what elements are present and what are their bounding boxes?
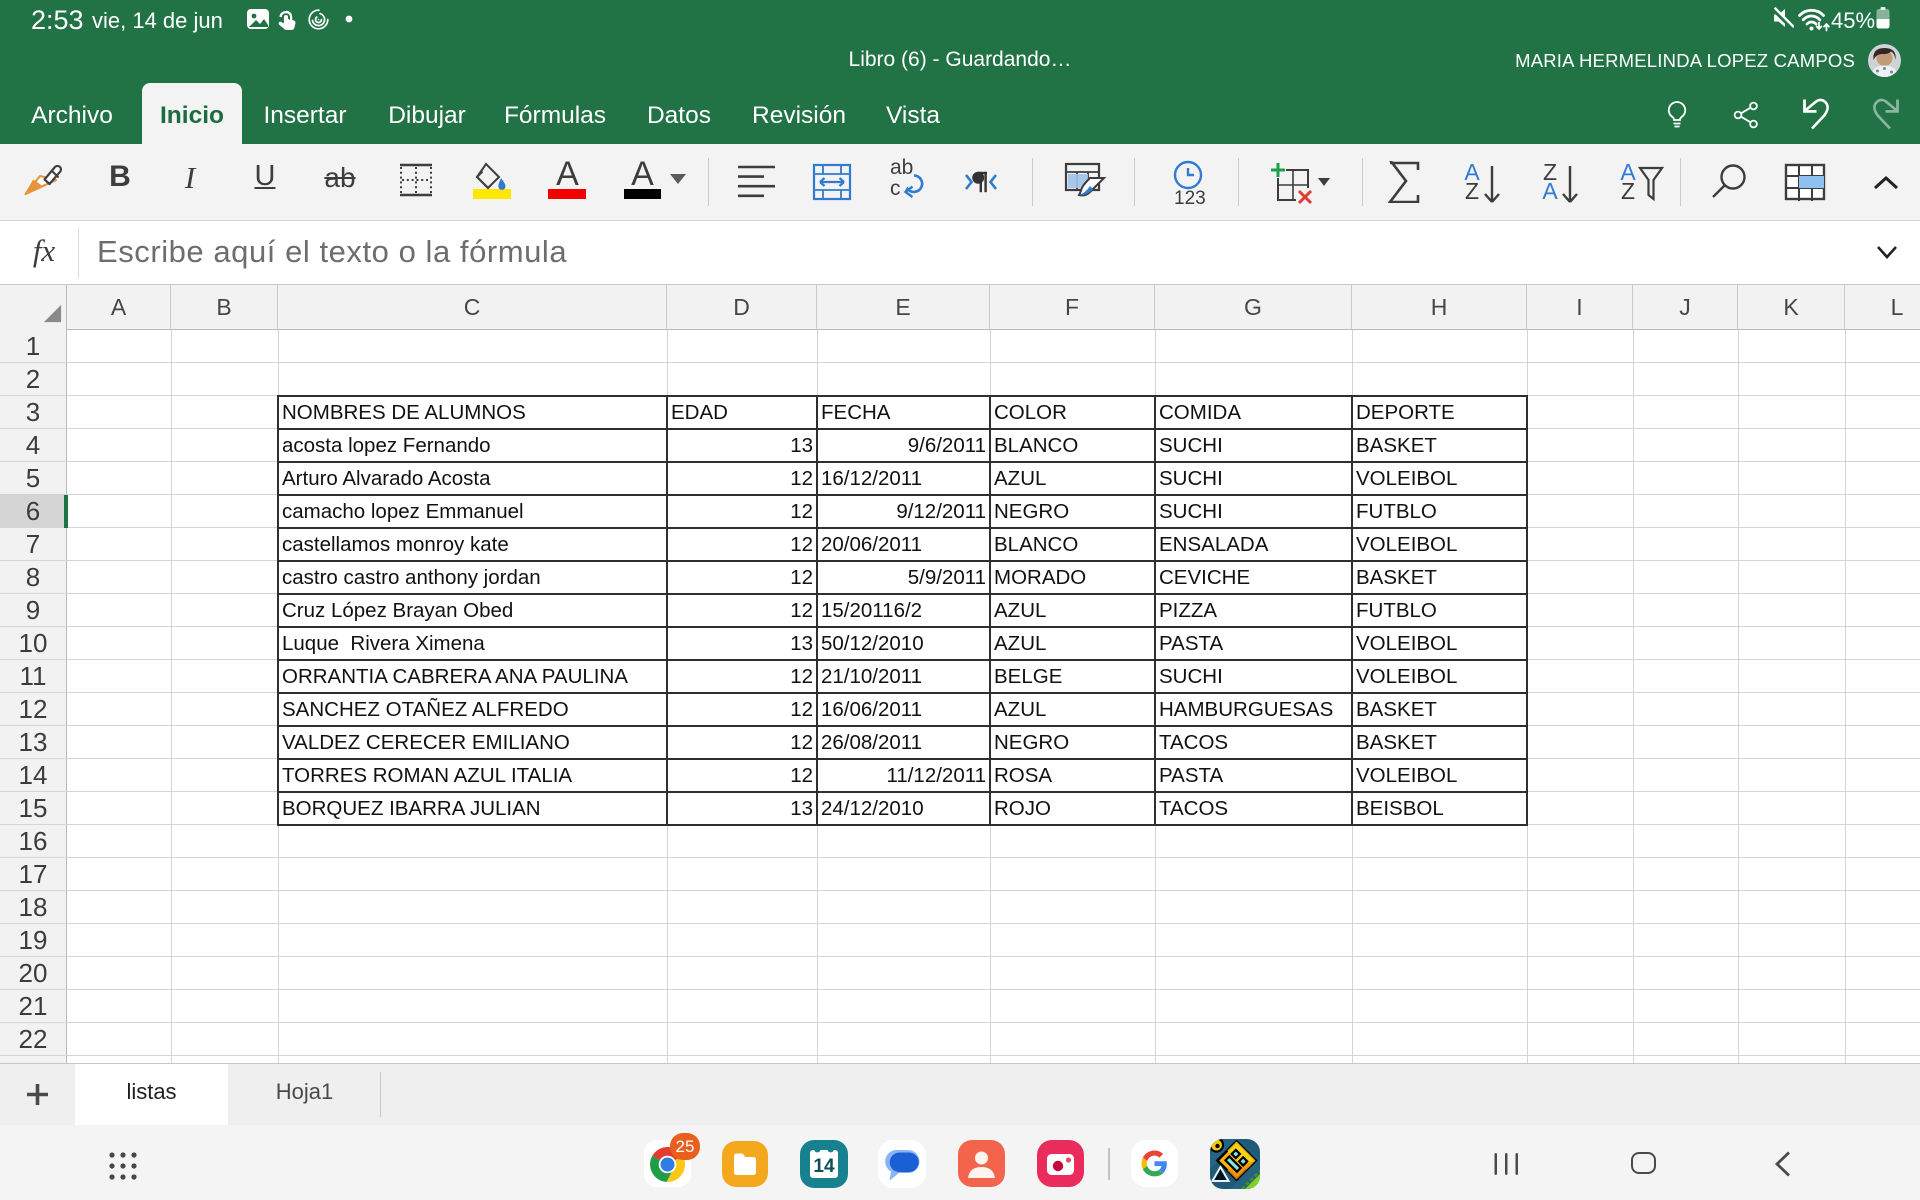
svg-text:14: 14	[813, 1156, 835, 1177]
svg-text:123: 123	[1174, 188, 1206, 206]
